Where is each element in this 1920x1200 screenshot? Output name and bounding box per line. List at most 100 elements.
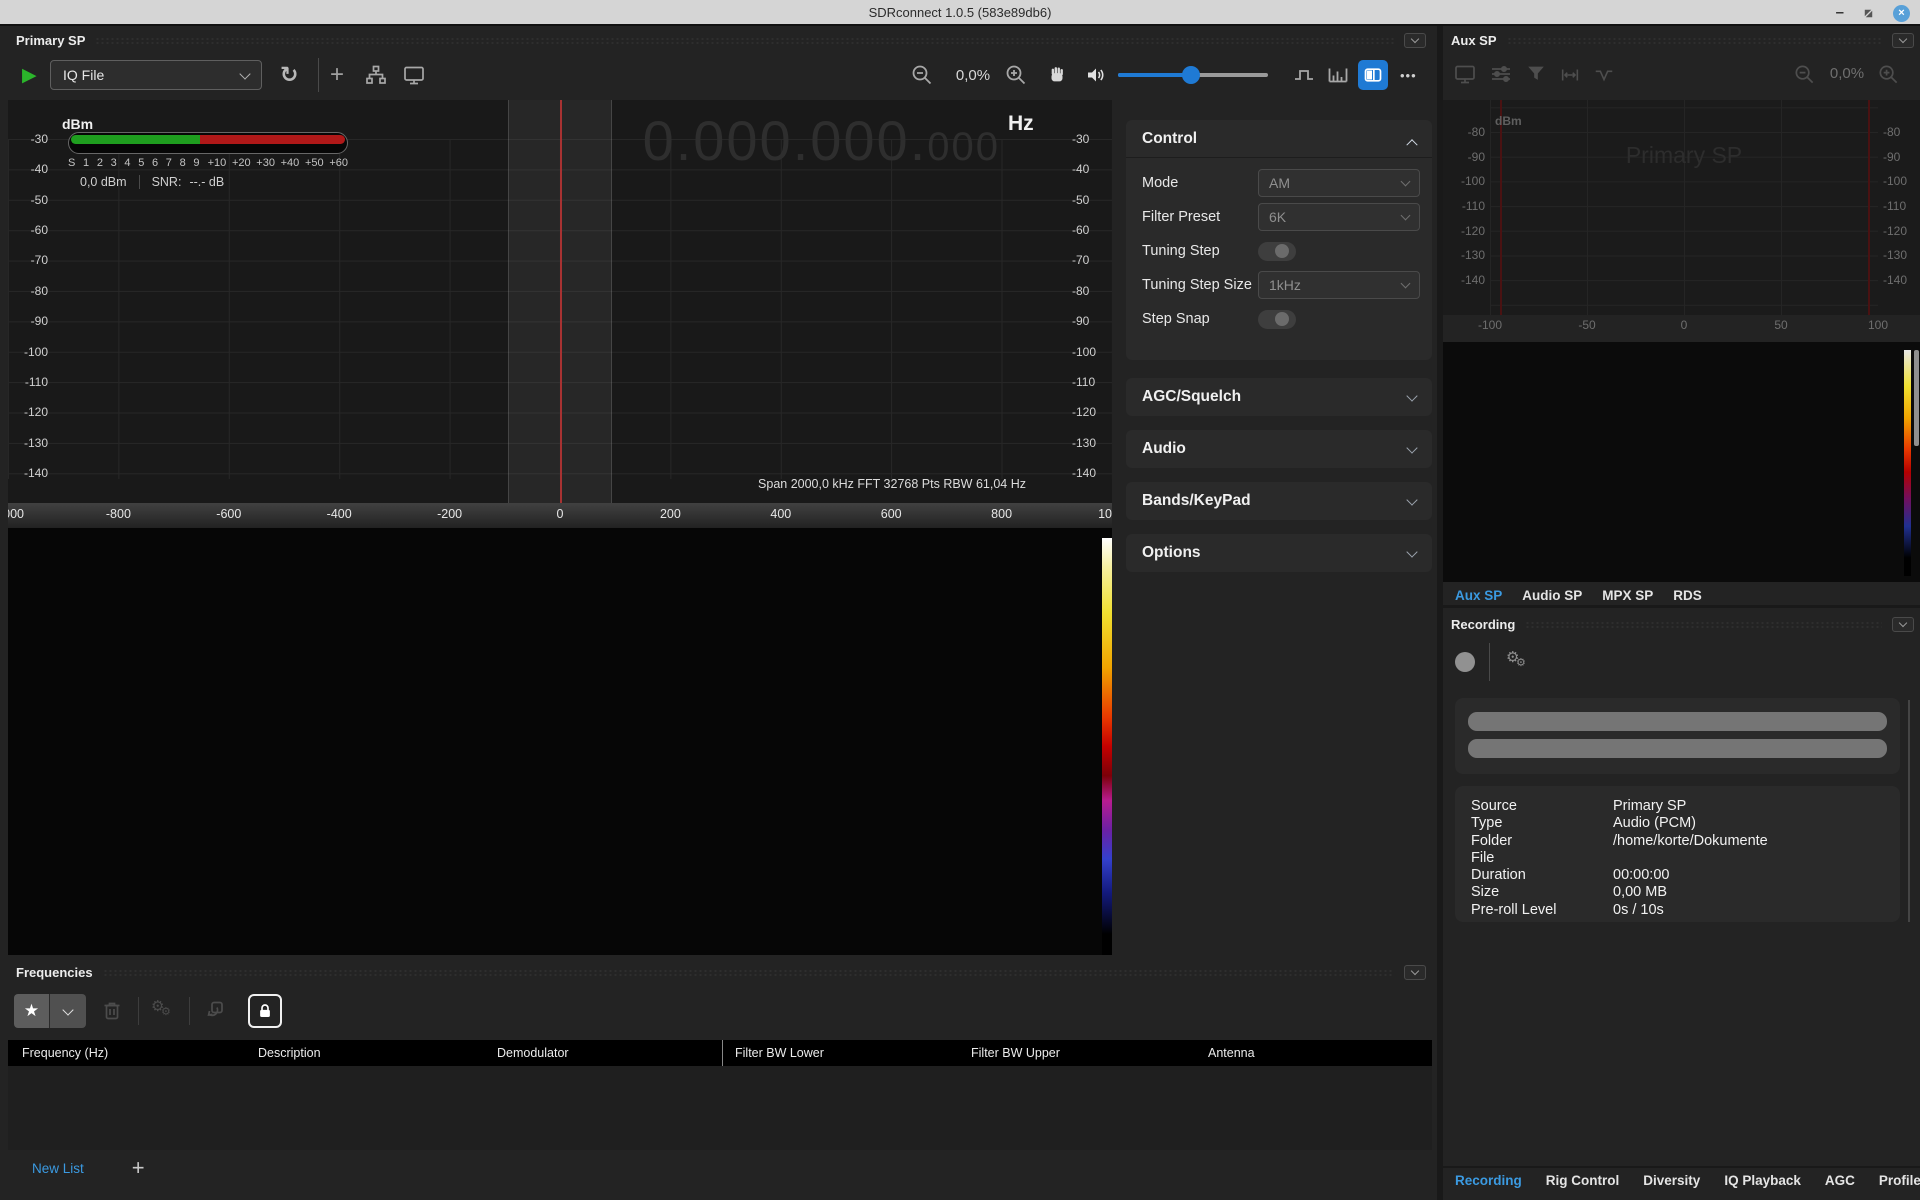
play-icon[interactable]: ▶: [22, 64, 37, 87]
s-meter-tick: 9: [193, 157, 199, 169]
source-select[interactable]: IQ File: [50, 60, 262, 90]
tab-agc[interactable]: AGC: [1825, 1173, 1855, 1188]
trash-icon[interactable]: [100, 999, 124, 1023]
db-tick-label: -120: [1449, 223, 1485, 239]
volume-slider[interactable]: [1118, 73, 1268, 77]
zoom-in-icon[interactable]: [1877, 63, 1900, 86]
lock-button[interactable]: [248, 994, 282, 1028]
tab-rig-control[interactable]: Rig Control: [1546, 1173, 1620, 1188]
zoom-level-value: 0,0%: [946, 67, 1000, 84]
tab-recording[interactable]: Recording: [1455, 1173, 1522, 1188]
tab-aux-sp[interactable]: Aux SP: [1455, 588, 1502, 603]
tuning-step-size-select[interactable]: 1kHz: [1258, 271, 1420, 299]
refresh-icon[interactable]: ↻: [280, 62, 298, 88]
bandwidth-icon[interactable]: [1559, 64, 1581, 86]
star-icon[interactable]: ★: [14, 994, 50, 1028]
add-device-icon[interactable]: +: [330, 61, 344, 89]
split-view-button[interactable]: [1358, 60, 1388, 90]
zoom-out-icon[interactable]: [910, 63, 934, 87]
db-tick-label: -90: [1449, 149, 1485, 165]
column-header[interactable]: Antenna: [1194, 1046, 1432, 1060]
import-list-icon[interactable]: [202, 999, 226, 1023]
frequencies-table-body[interactable]: [8, 1066, 1432, 1150]
collapsed-section-header[interactable]: Options: [1126, 534, 1432, 572]
mode-row: Mode AM: [1126, 166, 1432, 200]
tab-rds[interactable]: RDS: [1673, 588, 1702, 603]
aux-sp-collapse-button[interactable]: [1892, 33, 1914, 48]
step-snap-toggle[interactable]: [1258, 310, 1296, 329]
tab-audio-sp[interactable]: Audio SP: [1522, 588, 1582, 603]
favorite-dropdown-button[interactable]: [50, 994, 86, 1028]
sliders-icon[interactable]: [1489, 62, 1513, 86]
info-label: Type: [1471, 815, 1613, 832]
add-list-icon[interactable]: +: [132, 1155, 145, 1181]
db-tick-label: -100: [12, 342, 48, 362]
filter-funnel-icon[interactable]: [1525, 62, 1547, 84]
aux-scrollbar-thumb[interactable]: [1914, 350, 1919, 446]
frequency-tick-label: 600: [881, 507, 902, 521]
aux-waterfall-colorbar: [1904, 350, 1911, 576]
frequency-tick-label: 0: [1681, 318, 1688, 332]
recording-settings-icon[interactable]: ⚙ ⚙: [1506, 650, 1532, 674]
db-tick-label: -130: [1449, 247, 1485, 263]
close-icon[interactable]: ×: [1893, 5, 1910, 22]
filter-preset-select-value: 6K: [1269, 209, 1286, 225]
tab-mpx-sp[interactable]: MPX SP: [1602, 588, 1653, 603]
monitor-icon[interactable]: [402, 63, 426, 87]
restore-icon[interactable]: [1862, 7, 1875, 20]
collapsed-section-header[interactable]: Audio: [1126, 430, 1432, 468]
recording-collapse-button[interactable]: [1892, 617, 1914, 632]
notch-filter-icon[interactable]: [1593, 64, 1615, 86]
pan-hand-icon[interactable]: [1046, 64, 1068, 86]
aux-waterfall-display[interactable]: [1443, 342, 1920, 582]
new-list-link[interactable]: New List: [32, 1161, 84, 1176]
tab-profiles[interactable]: Profiles: [1879, 1173, 1920, 1188]
tuning-step-toggle[interactable]: [1258, 242, 1296, 261]
collapsed-section-header[interactable]: Bands/KeyPad: [1126, 482, 1432, 520]
spectrum-display[interactable]: dBm -30-40-50-60-70-80-90-100-110-120-13…: [8, 100, 1112, 503]
control-section-header[interactable]: Control: [1126, 120, 1432, 158]
network-icon[interactable]: [364, 63, 388, 87]
more-options-icon[interactable]: •••: [1400, 68, 1417, 83]
frequencies-panel: Frequencies ★ ⚙ ⚙: [8, 962, 1432, 1200]
collapsed-section: Bands/KeyPad: [1126, 482, 1432, 520]
frequencies-collapse-button[interactable]: [1404, 965, 1426, 980]
column-header[interactable]: Frequency (Hz): [8, 1046, 244, 1060]
tab-diversity[interactable]: Diversity: [1643, 1173, 1700, 1188]
s-meter-tick: 2: [97, 157, 103, 169]
tuning-center-line[interactable]: [560, 100, 562, 503]
record-button[interactable]: [1455, 652, 1475, 672]
aux-spectrum-display[interactable]: Primary SP dBm -80-90-100-110-120-130-14…: [1443, 100, 1920, 315]
toolbar-separator: [318, 58, 319, 92]
recording-info-row: Duration 00:00:00: [1471, 867, 1900, 884]
monitor-icon[interactable]: [1453, 62, 1477, 86]
frequency-tick-label: 800: [991, 507, 1012, 521]
mode-select[interactable]: AM: [1258, 169, 1420, 197]
list-settings-icon[interactable]: ⚙ ⚙: [151, 999, 177, 1023]
minimize-icon[interactable]: –: [1836, 8, 1844, 18]
spectrum-analyzer-icon[interactable]: [1326, 63, 1350, 87]
frequency-readout[interactable]: 0.000.000.000: [643, 108, 1000, 173]
frequency-tick-label: 200: [660, 507, 681, 521]
volume-slider-knob[interactable]: [1182, 66, 1200, 84]
info-label: File: [1471, 850, 1613, 867]
column-header[interactable]: Description: [244, 1046, 483, 1060]
volume-icon[interactable]: [1084, 63, 1108, 87]
waterfall-display[interactable]: [8, 528, 1112, 955]
square-wave-icon[interactable]: [1292, 63, 1316, 87]
collapsed-section: AGC/Squelch: [1126, 378, 1432, 416]
zoom-out-icon[interactable]: [1793, 63, 1816, 86]
primary-sp-collapse-button[interactable]: [1404, 33, 1426, 48]
frequency-axis[interactable]: -1000-800-600-400-20002004006008001000: [8, 503, 1112, 528]
recording-scrollbar[interactable]: [1908, 700, 1910, 922]
column-header[interactable]: Demodulator: [483, 1046, 721, 1060]
collapsed-section-header[interactable]: AGC/Squelch: [1126, 378, 1432, 416]
column-header[interactable]: Filter BW Lower: [721, 1046, 957, 1060]
collapsed-section: Audio: [1126, 430, 1432, 468]
frequencies-toolbar: ★ ⚙ ⚙: [8, 988, 1432, 1034]
tab-iq-playback[interactable]: IQ Playback: [1724, 1173, 1801, 1188]
zoom-in-icon[interactable]: [1004, 63, 1028, 87]
filter-preset-select[interactable]: 6K: [1258, 203, 1420, 231]
recording-controls: ⚙ ⚙: [1443, 638, 1920, 686]
column-header[interactable]: Filter BW Upper: [957, 1046, 1194, 1060]
